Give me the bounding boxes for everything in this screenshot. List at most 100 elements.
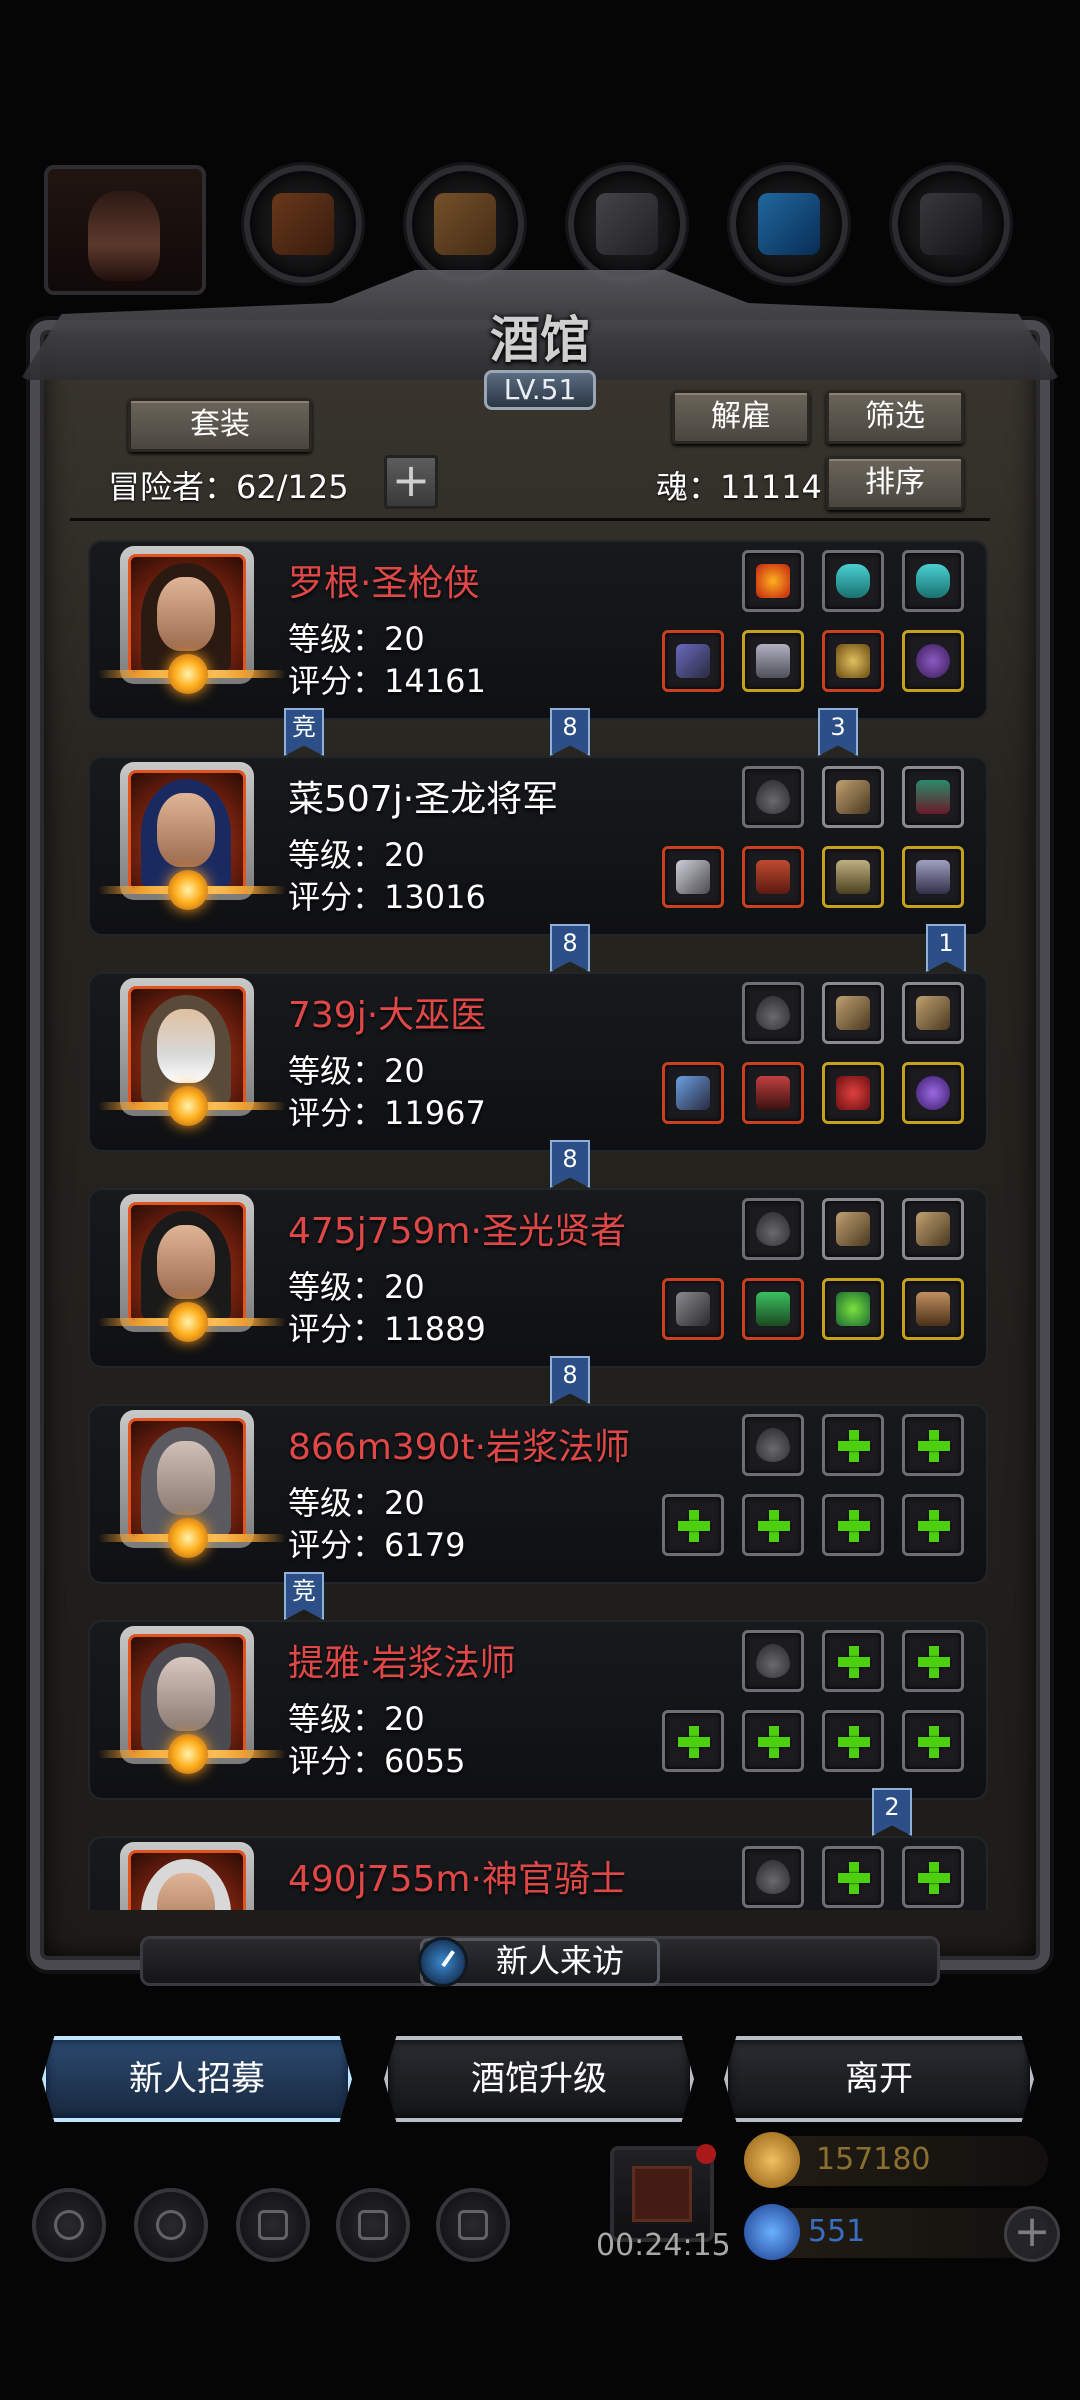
hero-level: 等级：20 (288, 836, 425, 874)
hero-score: 评分：11967 (288, 1094, 486, 1132)
hero-card[interactable]: 866m390t·岩浆法师 等级：20 评分：6179 (88, 1404, 988, 1584)
equip-slot[interactable] (742, 1278, 804, 1340)
add-equip-slot[interactable] (822, 1494, 884, 1556)
settings-button[interactable] (32, 2188, 106, 2262)
skill-slot[interactable] (902, 1198, 964, 1260)
add-gems-button[interactable]: + (1004, 2206, 1060, 2262)
hero-card[interactable]: 菜507j·圣龙将军 等级：20 评分：13016 (88, 756, 988, 936)
add-equip-slot[interactable] (662, 1494, 724, 1556)
wood-tab[interactable] (406, 165, 524, 283)
hero-portrait-tab[interactable] (44, 165, 206, 295)
count-ribbon: 8 (550, 1356, 590, 1404)
equip-slot[interactable] (662, 846, 724, 908)
skill-slot[interactable] (742, 1198, 804, 1260)
skill-slot[interactable] (742, 766, 804, 828)
iron-icon (596, 193, 658, 255)
hero-card[interactable]: 475j759m·圣光贤者 等级：20 评分：11889 (88, 1188, 988, 1368)
mail-button[interactable] (336, 2188, 410, 2262)
skill-slot[interactable] (822, 766, 884, 828)
count-ribbon: 8 (550, 924, 590, 972)
leather-tab[interactable] (244, 165, 362, 283)
equip-slot[interactable] (742, 630, 804, 692)
hero-card[interactable]: 490j755m·神官骑士 (88, 1836, 988, 1910)
equip-slot[interactable] (902, 630, 964, 692)
skill-slot[interactable] (742, 1846, 804, 1908)
hero-name: 490j755m·神官骑士 (288, 1859, 626, 1900)
hero-score: 评分：6055 (288, 1742, 466, 1780)
plus-icon (916, 1860, 950, 1894)
hero-card[interactable]: 739j·大巫医 等级：20 评分：11967 (88, 972, 988, 1152)
gold-coin-icon (744, 2132, 800, 2188)
add-skill-slot[interactable] (902, 1414, 964, 1476)
add-equip-slot[interactable] (742, 1710, 804, 1772)
hero-card[interactable]: 罗根·圣枪侠 等级：20 评分：14161 (88, 540, 988, 720)
shield-icon (836, 644, 870, 678)
add-skill-slot[interactable] (822, 1846, 884, 1908)
tavern-upgrade-button[interactable]: 酒馆升级 (384, 2036, 694, 2122)
add-equip-slot[interactable] (822, 1710, 884, 1772)
achievement-button[interactable] (134, 2188, 208, 2262)
set-button[interactable]: 套装 (128, 398, 312, 452)
ring-icon (916, 644, 950, 678)
add-equip-slot[interactable] (742, 1494, 804, 1556)
equip-slot[interactable] (662, 1278, 724, 1340)
add-equip-slot[interactable] (902, 1710, 964, 1772)
dismiss-button[interactable]: 解雇 (672, 390, 810, 444)
equip-slot[interactable] (822, 630, 884, 692)
armor-icon (756, 1292, 790, 1326)
hero-list[interactable]: 罗根·圣枪侠 等级：20 评分：14161 竞 8 3 菜507j·圣龙将军 等… (70, 530, 1010, 1910)
equip-slot[interactable] (902, 846, 964, 908)
settings-icon (54, 2210, 84, 2240)
adventurer-count: 冒险者：62/125 (108, 468, 349, 506)
skill-slot[interactable] (742, 982, 804, 1044)
equip-slot[interactable] (822, 1062, 884, 1124)
add-equip-slot[interactable] (902, 1494, 964, 1556)
bag-button[interactable] (436, 2188, 510, 2262)
leave-button[interactable]: 离开 (724, 2036, 1034, 2122)
hero-card[interactable]: 提雅·岩浆法师 等级：20 评分：6055 (88, 1620, 988, 1800)
skill-slot[interactable] (742, 1414, 804, 1476)
skill-slot[interactable] (902, 550, 964, 612)
equip-slot[interactable] (742, 846, 804, 908)
arena-ribbon: 竞 (284, 708, 324, 756)
empty-skill-icon (756, 1212, 790, 1246)
equip-slot[interactable] (902, 1278, 964, 1340)
add-skill-slot[interactable] (902, 1846, 964, 1908)
equip-slot[interactable] (662, 1062, 724, 1124)
skill-slot[interactable] (742, 550, 804, 612)
plus-icon (756, 1508, 790, 1542)
add-skill-slot[interactable] (822, 1630, 884, 1692)
skill-slot[interactable] (822, 1198, 884, 1260)
empty-skill-icon (756, 780, 790, 814)
iron-tab[interactable] (568, 165, 686, 283)
hero-name: 菜507j·圣龙将军 (288, 779, 559, 820)
skill-slot[interactable] (822, 982, 884, 1044)
stone-tab[interactable] (892, 165, 1010, 283)
add-skill-slot[interactable] (902, 1630, 964, 1692)
skill-slot[interactable] (822, 550, 884, 612)
plus-icon (916, 1724, 950, 1758)
equip-slot[interactable] (662, 630, 724, 692)
arena-ribbon: 竞 (284, 1572, 324, 1620)
hero-name: 739j·大巫医 (288, 995, 487, 1036)
recruit-button[interactable]: 新人招募 (42, 2036, 352, 2122)
equip-slot[interactable] (742, 1062, 804, 1124)
crystal-tab[interactable] (730, 165, 848, 283)
add-equip-slot[interactable] (662, 1710, 724, 1772)
filter-button[interactable]: 筛选 (826, 390, 964, 444)
shop-button[interactable] (236, 2188, 310, 2262)
equip-slot[interactable] (822, 846, 884, 908)
skill-slot[interactable] (902, 982, 964, 1044)
star-icon (156, 2210, 186, 2240)
add-skill-slot[interactable] (822, 1414, 884, 1476)
divider (70, 518, 990, 521)
sort-button[interactable]: 排序 (826, 456, 964, 510)
gold-amount: 157180 (816, 2142, 931, 2177)
gem-icon (744, 2204, 800, 2260)
hero-score: 评分：14161 (288, 662, 486, 700)
expand-capacity-button[interactable]: + (384, 455, 438, 509)
skill-slot[interactable] (742, 1630, 804, 1692)
equip-slot[interactable] (822, 1278, 884, 1340)
skill-slot[interactable] (902, 766, 964, 828)
equip-slot[interactable] (902, 1062, 964, 1124)
